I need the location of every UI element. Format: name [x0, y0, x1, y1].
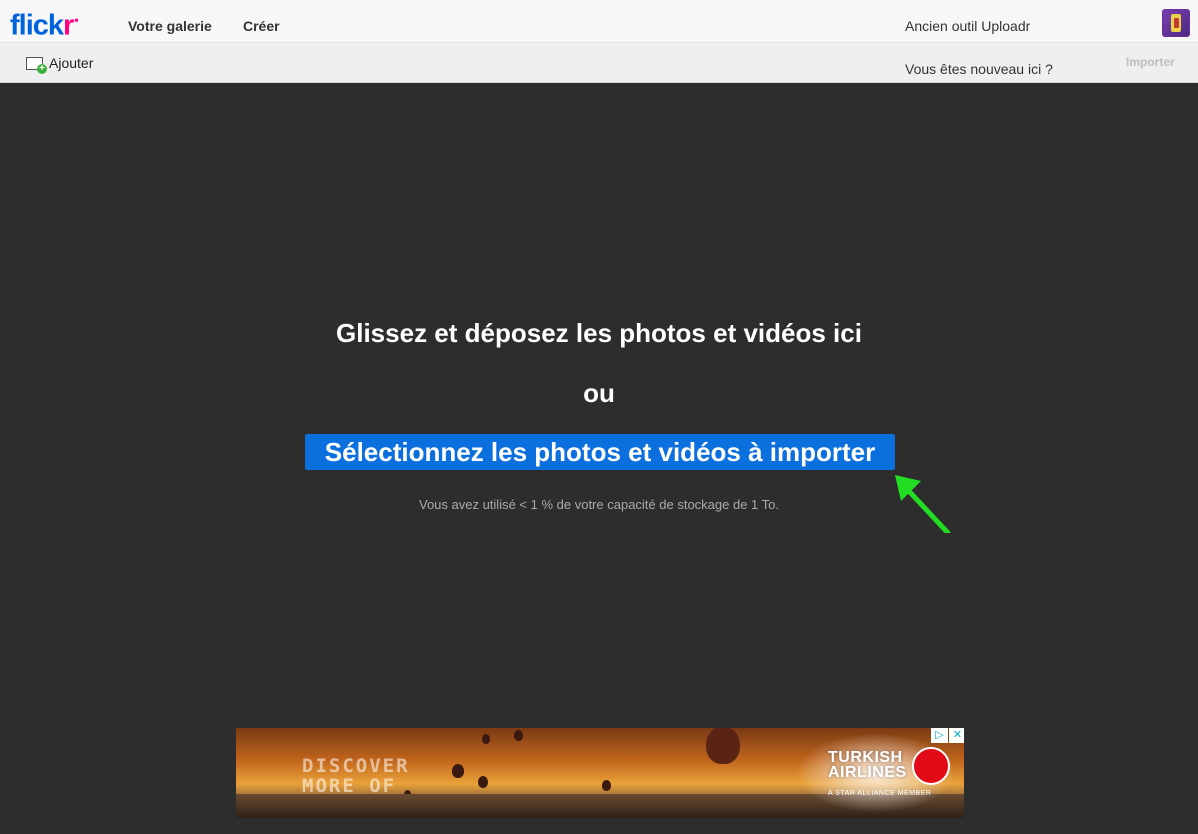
green-arrow-icon	[895, 475, 951, 533]
drop-zone[interactable]: Glissez et déposez les photos et vidéos …	[0, 83, 1198, 834]
or-separator: ou	[583, 378, 615, 408]
drop-title: Glissez et déposez les photos et vidéos …	[336, 318, 862, 348]
upload-toolbar: + Ajouter Vous êtes nouveau ici ? Import…	[0, 43, 1198, 83]
logo-text: flick	[10, 9, 64, 42]
ad-headline: DISCOVER MORE OF	[302, 755, 410, 797]
storage-usage-text: Vous avez utilisé < 1 % de votre capacit…	[418, 497, 779, 512]
ad-choices: ▷ ✕	[930, 728, 964, 743]
nav-your-gallery[interactable]: Votre galerie	[128, 18, 212, 34]
ad-info-icon[interactable]: ▷	[931, 728, 948, 743]
user-avatar[interactable]	[1162, 9, 1190, 37]
top-navigation: flickr• Votre galerie Créer Ancien outil…	[0, 0, 1198, 43]
balloon-graphic	[514, 730, 523, 741]
ad-brand: TURKISH AIRLINES	[828, 749, 907, 781]
nav-create[interactable]: Créer	[243, 18, 280, 34]
new-here-link[interactable]: Vous êtes nouveau ici ?	[905, 61, 1053, 77]
balloon-graphic	[482, 734, 490, 744]
ad-banner[interactable]: DISCOVER MORE OF TURKISH AIRLINES A STAR…	[236, 728, 964, 818]
logo-r: r	[63, 9, 74, 42]
import-button[interactable]: Importer	[1126, 55, 1175, 69]
balloon-graphic	[706, 728, 740, 764]
add-label: Ajouter	[49, 55, 94, 71]
balloon-graphic	[602, 780, 611, 791]
logo-dot: •	[74, 13, 78, 27]
add-button[interactable]: + Ajouter	[26, 53, 94, 74]
balloon-graphic	[452, 764, 464, 778]
ad-brand-line1: TURKISH	[828, 749, 903, 766]
balloon-graphic	[478, 776, 488, 788]
ad-brand-line2: AIRLINES	[828, 764, 907, 781]
ad-close-icon[interactable]: ✕	[949, 728, 964, 743]
legacy-uploadr-link[interactable]: Ancien outil Uploadr	[905, 18, 1030, 34]
airline-logo-icon	[912, 747, 950, 785]
add-photo-icon: +	[26, 56, 47, 74]
flickr-logo[interactable]: flickr•	[10, 3, 79, 43]
avatar-shape-inner	[1174, 18, 1179, 28]
ad-tagline: A STAR ALLIANCE MEMBER	[828, 790, 932, 797]
select-files-button[interactable]: Sélectionnez les photos et vidéos à impo…	[305, 434, 895, 470]
